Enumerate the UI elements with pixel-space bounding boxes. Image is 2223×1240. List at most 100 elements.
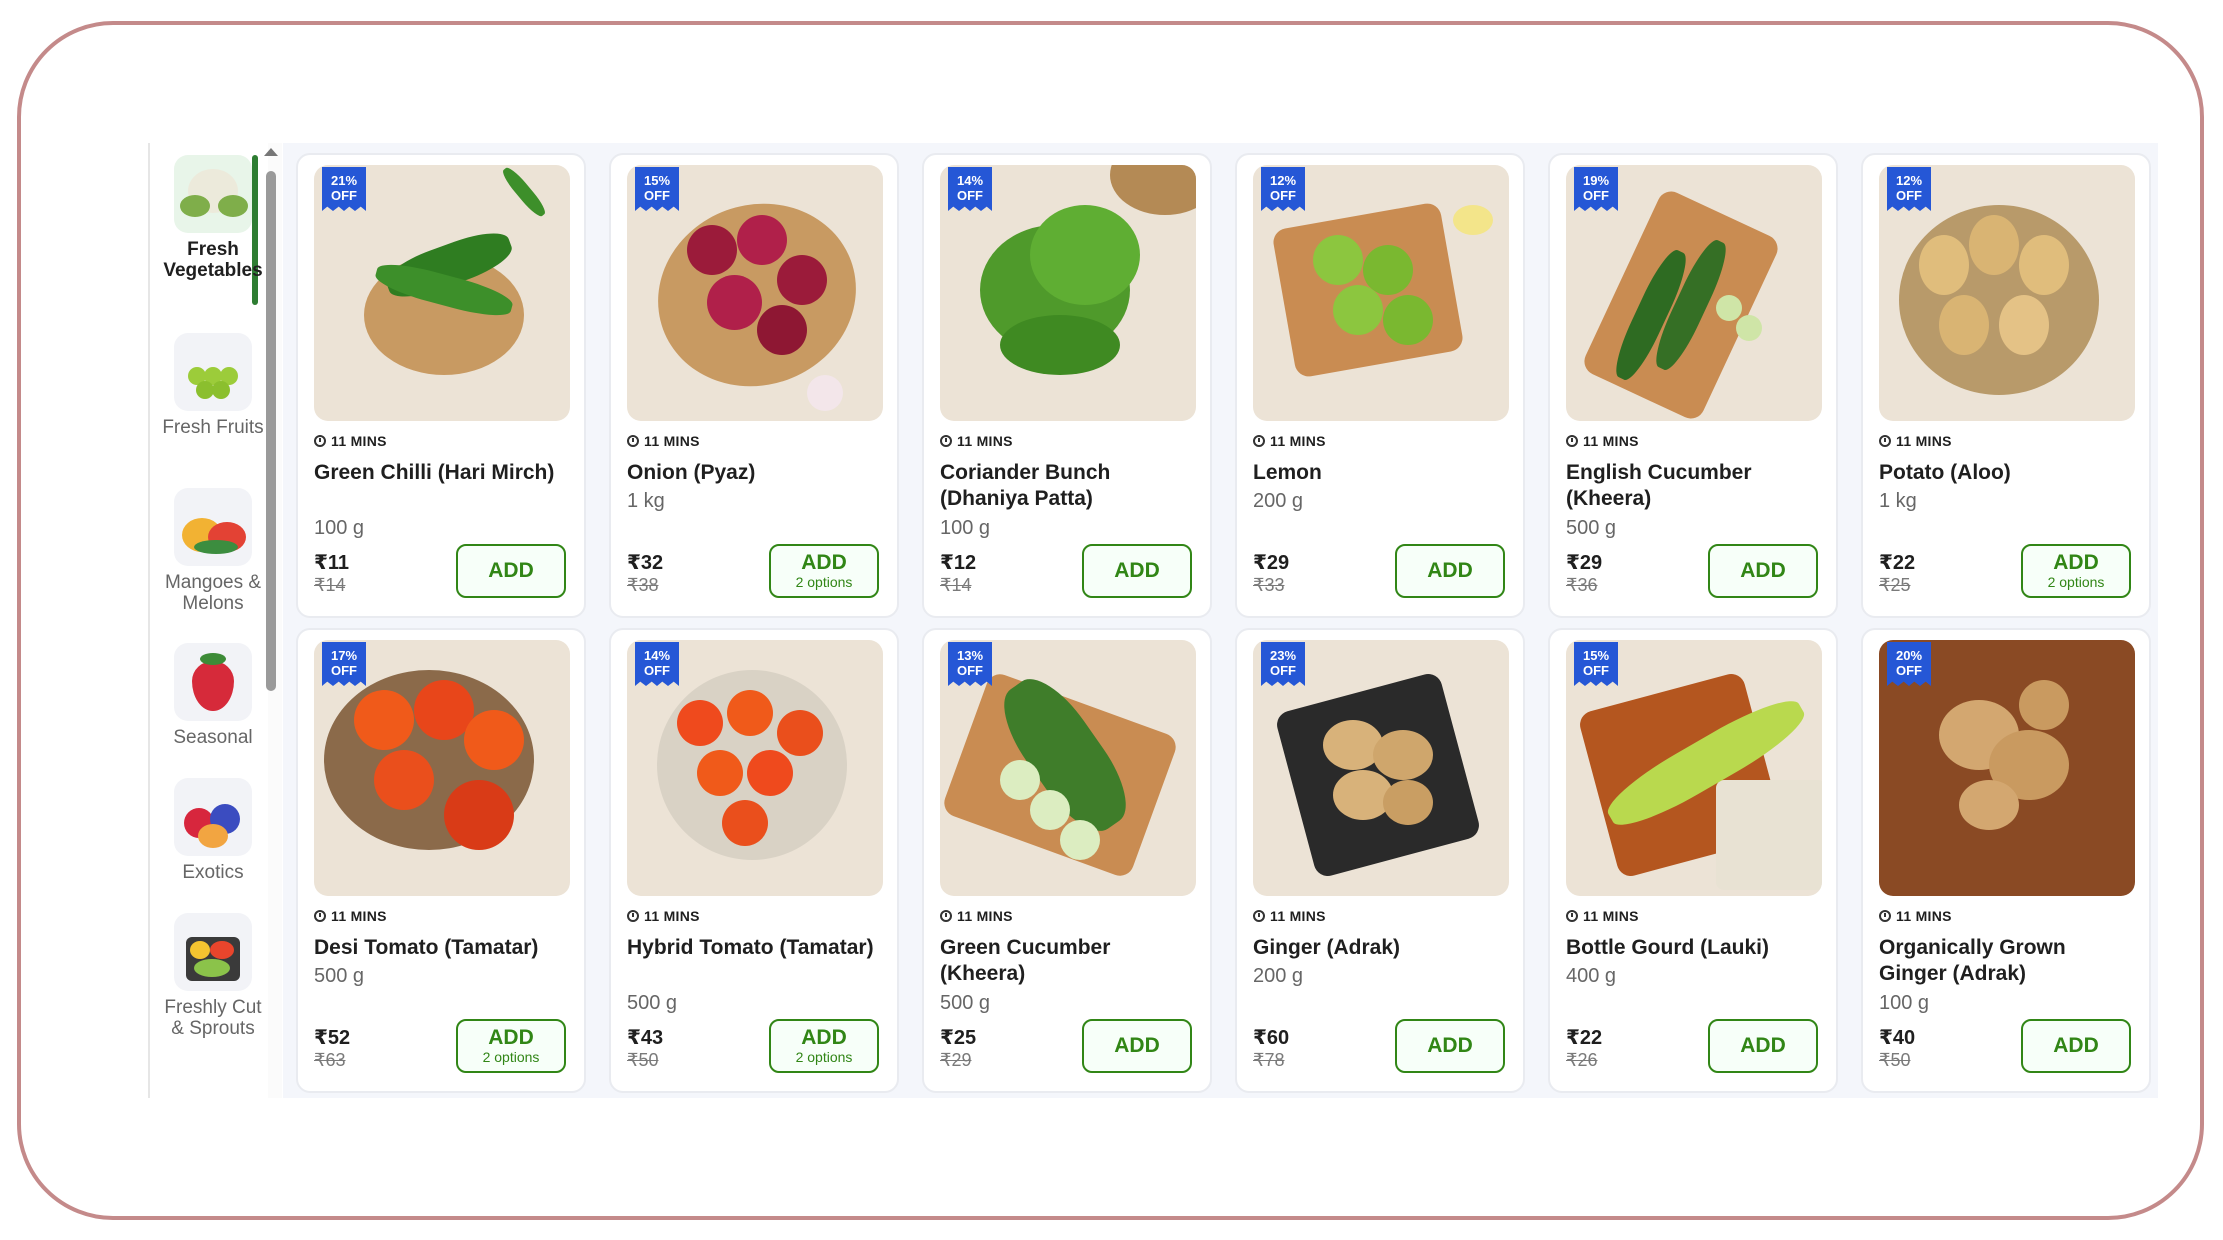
delivery-eta: 11 MINS (940, 908, 1013, 924)
product-price: ₹32 (627, 552, 664, 574)
grapes-icon (174, 333, 252, 411)
discount-badge: 19% OFF (1574, 167, 1618, 211)
product-mrp: ₹78 (1253, 1050, 1285, 1070)
clock-icon (1879, 910, 1891, 922)
clock-icon (1566, 435, 1578, 447)
sidebar-item-label: Exotics (182, 862, 244, 883)
category-sidebar: Fresh Vegetables Fresh Fruits Mangoes & … (148, 143, 283, 1098)
product-quantity: 500 g (314, 965, 365, 987)
clock-icon (627, 910, 639, 922)
discount-badge: 14% OFF (948, 167, 992, 211)
product-card[interactable]: 17% OFF 11 MINS Desi Tomato (Tamatar) 50… (296, 628, 586, 1093)
add-button[interactable]: ADD (1395, 544, 1505, 598)
product-card[interactable]: 19% OFF 11 MINS English Cucumber (Kheera… (1548, 153, 1838, 618)
sidebar-item-exotics[interactable]: Exotics (156, 778, 270, 883)
product-card[interactable]: 21% OFF 11 MINS Green Chilli (Hari Mirch… (296, 153, 586, 618)
add-button[interactable]: ADD (1082, 1019, 1192, 1073)
delivery-eta: 11 MINS (314, 908, 387, 924)
add-button[interactable]: ADD (1082, 544, 1192, 598)
product-quantity: 500 g (1566, 517, 1617, 539)
product-card[interactable]: 23% OFF 11 MINS Ginger (Adrak) 200 g ₹60… (1235, 628, 1525, 1093)
clock-icon (627, 435, 639, 447)
sidebar-item-seasonal[interactable]: Seasonal (156, 643, 270, 748)
product-price: ₹22 (1566, 1027, 1603, 1049)
product-mrp: ₹14 (940, 575, 972, 595)
add-button[interactable]: ADD (456, 544, 566, 598)
discount-badge: 15% OFF (1574, 642, 1618, 686)
product-price: ₹60 (1253, 1027, 1290, 1049)
delivery-eta: 11 MINS (1566, 908, 1639, 924)
add-button[interactable]: ADD 2 options (769, 544, 879, 598)
product-name: Ginger (Adrak) (1253, 936, 1401, 959)
add-button[interactable]: ADD 2 options (2021, 544, 2131, 598)
sidebar-item-fresh-vegetables[interactable]: Fresh Vegetables (156, 155, 270, 281)
clock-icon (1253, 910, 1265, 922)
product-name: Organically Grown Ginger (Adrak) (1879, 936, 2066, 985)
product-mrp: ₹29 (940, 1050, 972, 1070)
product-price: ₹40 (1879, 1027, 1916, 1049)
clock-icon (314, 910, 326, 922)
product-price: ₹29 (1566, 552, 1603, 574)
discount-badge: 13% OFF (948, 642, 992, 686)
product-card[interactable]: 20% OFF 11 MINS Organically Grown Ginger… (1861, 628, 2151, 1093)
product-price: ₹29 (1253, 552, 1290, 574)
discount-badge: 20% OFF (1887, 642, 1931, 686)
product-mrp: ₹36 (1566, 575, 1598, 595)
cut-fruit-box-icon (174, 913, 252, 991)
product-price: ₹22 (1879, 552, 1916, 574)
add-button[interactable]: ADD (2021, 1019, 2131, 1073)
product-card[interactable]: 12% OFF 11 MINS Lemon 200 g ₹29 ₹33 ADD (1235, 153, 1525, 618)
add-button[interactable]: ADD (1708, 544, 1818, 598)
clock-icon (940, 435, 952, 447)
delivery-eta: 11 MINS (627, 908, 700, 924)
discount-badge: 23% OFF (1261, 642, 1305, 686)
product-listing-app: Fresh Vegetables Fresh Fruits Mangoes & … (148, 143, 2158, 1098)
product-quantity: 400 g (1566, 965, 1617, 987)
product-mrp: ₹38 (627, 575, 659, 595)
product-price: ₹43 (627, 1027, 664, 1049)
product-mrp: ₹50 (627, 1050, 659, 1070)
sidebar-item-label: Seasonal (173, 727, 253, 748)
product-price: ₹11 (314, 552, 350, 574)
delivery-eta: 11 MINS (1253, 433, 1326, 449)
sidebar-item-freshly-cut-sprouts[interactable]: Freshly Cut & Sprouts (156, 913, 270, 1039)
delivery-eta: 11 MINS (940, 433, 1013, 449)
discount-badge: 12% OFF (1887, 167, 1931, 211)
product-card[interactable]: 12% OFF 11 MINS Potato (Aloo) 1 kg ₹22 ₹… (1861, 153, 2151, 618)
product-quantity: 1 kg (1879, 490, 1917, 512)
sidebar-item-label: Mangoes & Melons (164, 572, 262, 614)
product-card[interactable]: 13% OFF 11 MINS Green Cucumber (Kheera) … (922, 628, 1212, 1093)
product-mrp: ₹25 (1879, 575, 1911, 595)
delivery-eta: 11 MINS (1566, 433, 1639, 449)
watermelon-icon (174, 488, 252, 566)
add-button[interactable]: ADD (1395, 1019, 1505, 1073)
product-name: Coriander Bunch (Dhaniya Patta) (940, 461, 1111, 510)
add-button[interactable]: ADD (1708, 1019, 1818, 1073)
sidebar-item-label: Fresh Fruits (162, 417, 264, 438)
discount-badge: 21% OFF (322, 167, 366, 211)
product-card[interactable]: 14% OFF 11 MINS Hybrid Tomato (Tamatar) … (609, 628, 899, 1093)
delivery-eta: 11 MINS (314, 433, 387, 449)
product-mrp: ₹14 (314, 575, 346, 595)
product-quantity: 100 g (940, 517, 991, 539)
product-mrp: ₹33 (1253, 575, 1285, 595)
clock-icon (1566, 910, 1578, 922)
product-price: ₹25 (940, 1027, 977, 1049)
product-mrp: ₹50 (1879, 1050, 1911, 1070)
product-quantity: 1 kg (627, 490, 665, 512)
add-button[interactable]: ADD 2 options (456, 1019, 566, 1073)
product-card[interactable]: 14% OFF 11 MINS Coriander Bunch (Dhaniya… (922, 153, 1212, 618)
product-quantity: 500 g (627, 992, 678, 1014)
sidebar-item-fresh-fruits[interactable]: Fresh Fruits (156, 333, 270, 438)
product-quantity: 100 g (1879, 992, 1930, 1014)
product-card[interactable]: 15% OFF 11 MINS Onion (Pyaz) 1 kg ₹32 ₹3… (609, 153, 899, 618)
sidebar-item-mangoes-melons[interactable]: Mangoes & Melons (156, 488, 270, 614)
product-mrp: ₹26 (1566, 1050, 1598, 1070)
product-mrp: ₹63 (314, 1050, 346, 1070)
product-name: Onion (Pyaz) (627, 461, 756, 484)
discount-badge: 15% OFF (635, 167, 679, 211)
sidebar-item-label: Freshly Cut & Sprouts (164, 997, 262, 1039)
add-button[interactable]: ADD 2 options (769, 1019, 879, 1073)
product-quantity: 200 g (1253, 490, 1304, 512)
product-card[interactable]: 15% OFF 11 MINS Bottle Gourd (Lauki) 400… (1548, 628, 1838, 1093)
